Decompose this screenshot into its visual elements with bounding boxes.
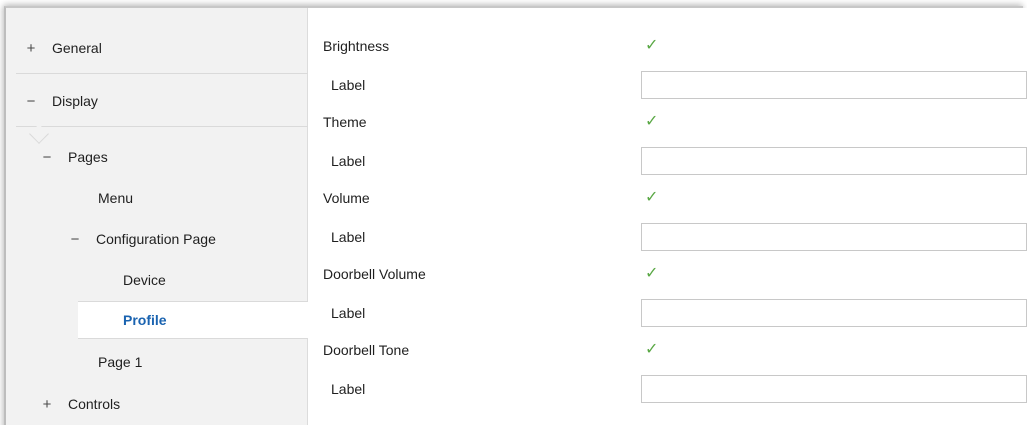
sidebar-item-label: Pages — [68, 149, 108, 165]
setting-row-doorbell-volume: Doorbell Volume ✓ — [308, 256, 1027, 292]
setting-row-doorbell-tone-label: Label — [308, 371, 1027, 407]
theme-label-input[interactable] — [641, 147, 1027, 175]
sidebar-item-label: Page 1 — [98, 354, 143, 370]
sidebar-item-label: Menu — [98, 190, 134, 206]
checkbox-doorbell-tone[interactable]: ✓ — [645, 342, 661, 358]
expand-icon[interactable]: + — [40, 396, 54, 413]
sidebar-item-controls[interactable]: + Controls — [6, 385, 307, 423]
setting-row-doorbell-volume-label: Label — [308, 295, 1027, 331]
setting-row-brightness-label: Label — [308, 67, 1027, 103]
sidebar-item-page-1[interactable]: Page 1 — [6, 343, 307, 381]
setting-label: Doorbell Tone — [323, 342, 410, 358]
field-label: Label — [331, 153, 366, 169]
sidebar: + General − Display − Pages Menu − Confi… — [6, 8, 308, 425]
field-label: Label — [331, 381, 366, 397]
sidebar-item-label: Profile — [123, 312, 167, 328]
checkbox-volume[interactable]: ✓ — [645, 190, 661, 206]
expand-icon[interactable]: + — [24, 40, 38, 57]
checkbox-doorbell-volume[interactable]: ✓ — [645, 266, 661, 282]
divider — [16, 73, 308, 74]
sidebar-item-label: Display — [52, 93, 98, 109]
sidebar-item-label: Configuration Page — [96, 231, 216, 247]
volume-label-input[interactable] — [641, 223, 1027, 251]
setting-row-doorbell-tone: Doorbell Tone ✓ — [308, 332, 1027, 368]
setting-row-volume: Volume ✓ — [308, 180, 1027, 216]
settings-panel: Brightness ✓ Label Theme ✓ Label Volume … — [308, 8, 1027, 425]
sidebar-item-menu[interactable]: Menu — [6, 179, 307, 217]
collapse-icon[interactable]: − — [24, 93, 38, 110]
sidebar-item-label: Controls — [68, 396, 121, 412]
divider — [16, 126, 308, 127]
checkbox-brightness[interactable]: ✓ — [645, 38, 661, 54]
setting-row-theme: Theme ✓ — [308, 104, 1027, 140]
collapse-icon[interactable]: − — [68, 231, 82, 248]
sidebar-item-pages[interactable]: − Pages — [6, 138, 307, 176]
setting-row-volume-label: Label — [308, 219, 1027, 255]
doorbell-tone-label-input[interactable] — [641, 375, 1027, 403]
sidebar-item-profile[interactable]: Profile — [78, 301, 308, 339]
field-label: Label — [331, 305, 366, 321]
field-label: Label — [331, 229, 366, 245]
setting-label: Volume — [323, 190, 370, 206]
setting-label: Brightness — [323, 38, 390, 54]
collapse-icon[interactable]: − — [40, 149, 54, 166]
sidebar-item-display[interactable]: − Display — [6, 82, 307, 120]
sidebar-item-label: General — [52, 40, 102, 56]
brightness-label-input[interactable] — [641, 71, 1027, 99]
sidebar-item-label: Device — [123, 272, 166, 288]
setting-row-brightness: Brightness ✓ — [308, 28, 1027, 64]
doorbell-volume-label-input[interactable] — [641, 299, 1027, 327]
setting-label: Doorbell Volume — [323, 266, 426, 282]
sidebar-item-device[interactable]: Device — [6, 261, 307, 299]
setting-label: Theme — [323, 114, 367, 130]
sidebar-item-general[interactable]: + General — [6, 29, 307, 67]
checkbox-theme[interactable]: ✓ — [645, 114, 661, 130]
field-label: Label — [331, 77, 366, 93]
sidebar-item-configuration-page[interactable]: − Configuration Page — [6, 220, 307, 258]
setting-row-theme-label: Label — [308, 143, 1027, 179]
